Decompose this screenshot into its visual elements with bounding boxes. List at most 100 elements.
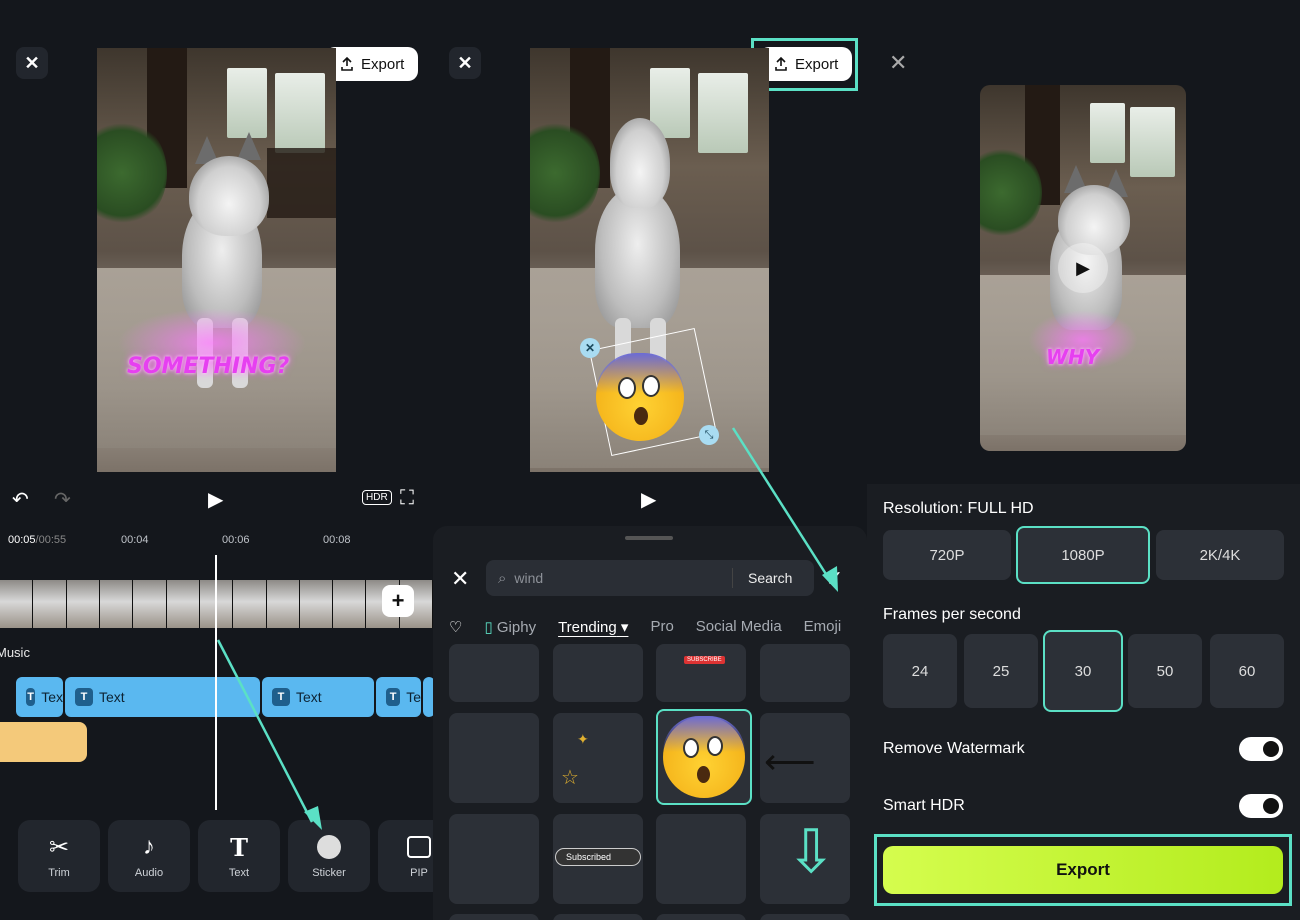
resolution-720p[interactable]: 720P [883, 530, 1011, 580]
export-button[interactable]: Export [883, 846, 1283, 894]
shocked-emoji-icon [663, 716, 745, 798]
add-clip-button[interactable]: + [382, 585, 414, 617]
subscribe-sticker: SUBSCRIBE [684, 656, 725, 664]
search-bar: ⌕ Search [486, 560, 814, 596]
music-track-label: Music [0, 645, 30, 660]
search-button[interactable]: Search [748, 570, 792, 586]
pip-icon [407, 833, 431, 861]
text-tool-icon: T [230, 832, 248, 862]
video-preview[interactable]: SOMETHING? [97, 48, 336, 472]
sticker-cell[interactable] [553, 914, 643, 920]
text-clip[interactable]: T Tex [16, 677, 63, 717]
text-clip[interactable]: T Te [376, 677, 421, 717]
tool-pip[interactable]: PIP [378, 820, 433, 892]
caption-text: SOMETHING? [127, 354, 290, 379]
fullscreen-icon[interactable]: ⛶ [400, 487, 414, 510]
sticker-cell[interactable]: ⟵ [760, 713, 850, 803]
sticker-cell[interactable]: SUBSCRIBE [656, 644, 746, 702]
playhead[interactable] [215, 555, 217, 810]
fps-50[interactable]: 50 [1128, 634, 1202, 708]
fps-title: Frames per second [883, 606, 1021, 623]
sticker-cell[interactable] [760, 914, 850, 920]
tool-sticker[interactable]: Sticker [288, 820, 370, 892]
sticker-cell[interactable]: Subscribed [553, 814, 643, 904]
close-icon[interactable]: ✕ [889, 50, 907, 76]
sticker-cell-selected[interactable] [656, 709, 752, 805]
text-clip[interactable]: T Text [262, 677, 374, 717]
close-icon[interactable]: ✕ [16, 47, 48, 79]
scissors-icon: ✂ [48, 833, 70, 861]
export-label: Export [361, 55, 405, 73]
search-icon: ⌕ [498, 569, 507, 587]
editor-panel: ✕ Export SOMETHING? ↶ ↷ ▶ HDR ⛶ 00:05/00… [0, 0, 433, 920]
tab-trending[interactable]: Trending ▾ [558, 618, 628, 636]
music-note-icon: ♪ [143, 833, 155, 860]
sticker-cell[interactable] [449, 713, 539, 803]
tab-pro[interactable]: Pro [650, 618, 673, 636]
sticker-icon [317, 833, 341, 861]
text-clip[interactable] [423, 677, 433, 717]
sticker-cell[interactable] [449, 814, 539, 904]
sticker-cell[interactable] [553, 644, 643, 702]
sticker-sheet: ✕ ⌕ Search ✓ ♡ ▯ Giphy Trending ▾ Pro So… [433, 526, 867, 920]
resolution-1080p[interactable]: 1080P [1016, 526, 1150, 584]
text-icon: T [386, 688, 401, 706]
play-icon[interactable]: ▶ [208, 487, 223, 512]
play-icon[interactable]: ▶ [641, 487, 656, 512]
resolution-2k4k[interactable]: 2K/4K [1156, 530, 1284, 580]
sticker-cell[interactable] [449, 644, 539, 702]
tool-audio[interactable]: ♪ Audio [108, 820, 190, 892]
export-preview[interactable]: WHY ▶ [980, 85, 1186, 451]
sticker-cell[interactable]: ✦ ☆ [553, 713, 643, 803]
down-arrow-sticker: ⇩ [786, 818, 837, 885]
sticker-cell[interactable] [656, 914, 746, 920]
text-icon: T [272, 688, 290, 706]
favorites-heart-icon[interactable]: ♡ [449, 618, 462, 636]
close-sheet-icon[interactable]: ✕ [451, 566, 469, 592]
export-button[interactable]: Export [325, 47, 419, 81]
remove-watermark-toggle[interactable] [1239, 737, 1283, 761]
remove-watermark-label: Remove Watermark [883, 740, 1025, 757]
resize-sticker-icon[interactable]: ⤡ [699, 425, 719, 445]
shocked-emoji-sticker[interactable] [596, 353, 684, 441]
sticker-cell[interactable] [656, 814, 746, 904]
remove-sticker-icon[interactable]: ✕ [580, 338, 600, 358]
tab-emoji[interactable]: Emoji [804, 618, 842, 636]
upload-icon [341, 56, 353, 71]
text-clip[interactable]: T Text [65, 677, 260, 717]
tab-social-media[interactable]: Social Media [696, 618, 782, 636]
play-icon[interactable]: ▶ [1058, 243, 1108, 293]
redo-icon[interactable]: ↷ [54, 487, 71, 512]
tool-trim[interactable]: ✂ Trim [18, 820, 100, 892]
smart-hdr-label: Smart HDR [883, 797, 965, 814]
close-icon[interactable]: ✕ [449, 47, 481, 79]
timecode-current: 00:05 [8, 534, 36, 546]
fps-25[interactable]: 25 [964, 634, 1038, 708]
sticker-panel: ✕ Export ✕ ⤡ ▶ ✕ ⌕ Search [433, 0, 867, 920]
text-icon: T [75, 688, 93, 706]
smart-hdr-toggle[interactable] [1239, 794, 1283, 818]
ruler-tick: 00:08 [323, 534, 351, 546]
drag-handle[interactable] [625, 536, 673, 540]
tab-giphy[interactable]: ▯ Giphy [484, 618, 536, 636]
sticker-cell[interactable] [449, 914, 539, 920]
video-preview[interactable]: ✕ ⤡ [530, 48, 769, 472]
sticker-cell[interactable]: ⇩ [760, 814, 850, 904]
sticker-tabs: ♡ ▯ Giphy Trending ▾ Pro Social Media Em… [449, 618, 841, 636]
text-icon: T [26, 688, 36, 706]
hdr-icon[interactable]: HDR [362, 490, 392, 505]
ruler-tick: 00:06 [222, 534, 250, 546]
confirm-check-icon[interactable]: ✓ [825, 566, 843, 592]
export-settings: Resolution: FULL HD 720P 1080P 2K/4K Fra… [867, 484, 1300, 920]
fps-60[interactable]: 60 [1210, 634, 1284, 708]
timeline-ruler: 00:05/00:55 00:04 00:06 00:08 [0, 526, 433, 554]
undo-icon[interactable]: ↶ [12, 487, 29, 512]
tool-text[interactable]: T Text [198, 820, 280, 892]
audio-clip[interactable] [0, 722, 87, 762]
fps-24[interactable]: 24 [883, 634, 957, 708]
resolution-title: Resolution: FULL HD [883, 500, 1034, 517]
fps-30[interactable]: 30 [1043, 630, 1123, 712]
sticker-cell[interactable] [760, 644, 850, 702]
search-input[interactable] [514, 570, 715, 586]
subscribed-sticker: Subscribed [555, 848, 641, 866]
